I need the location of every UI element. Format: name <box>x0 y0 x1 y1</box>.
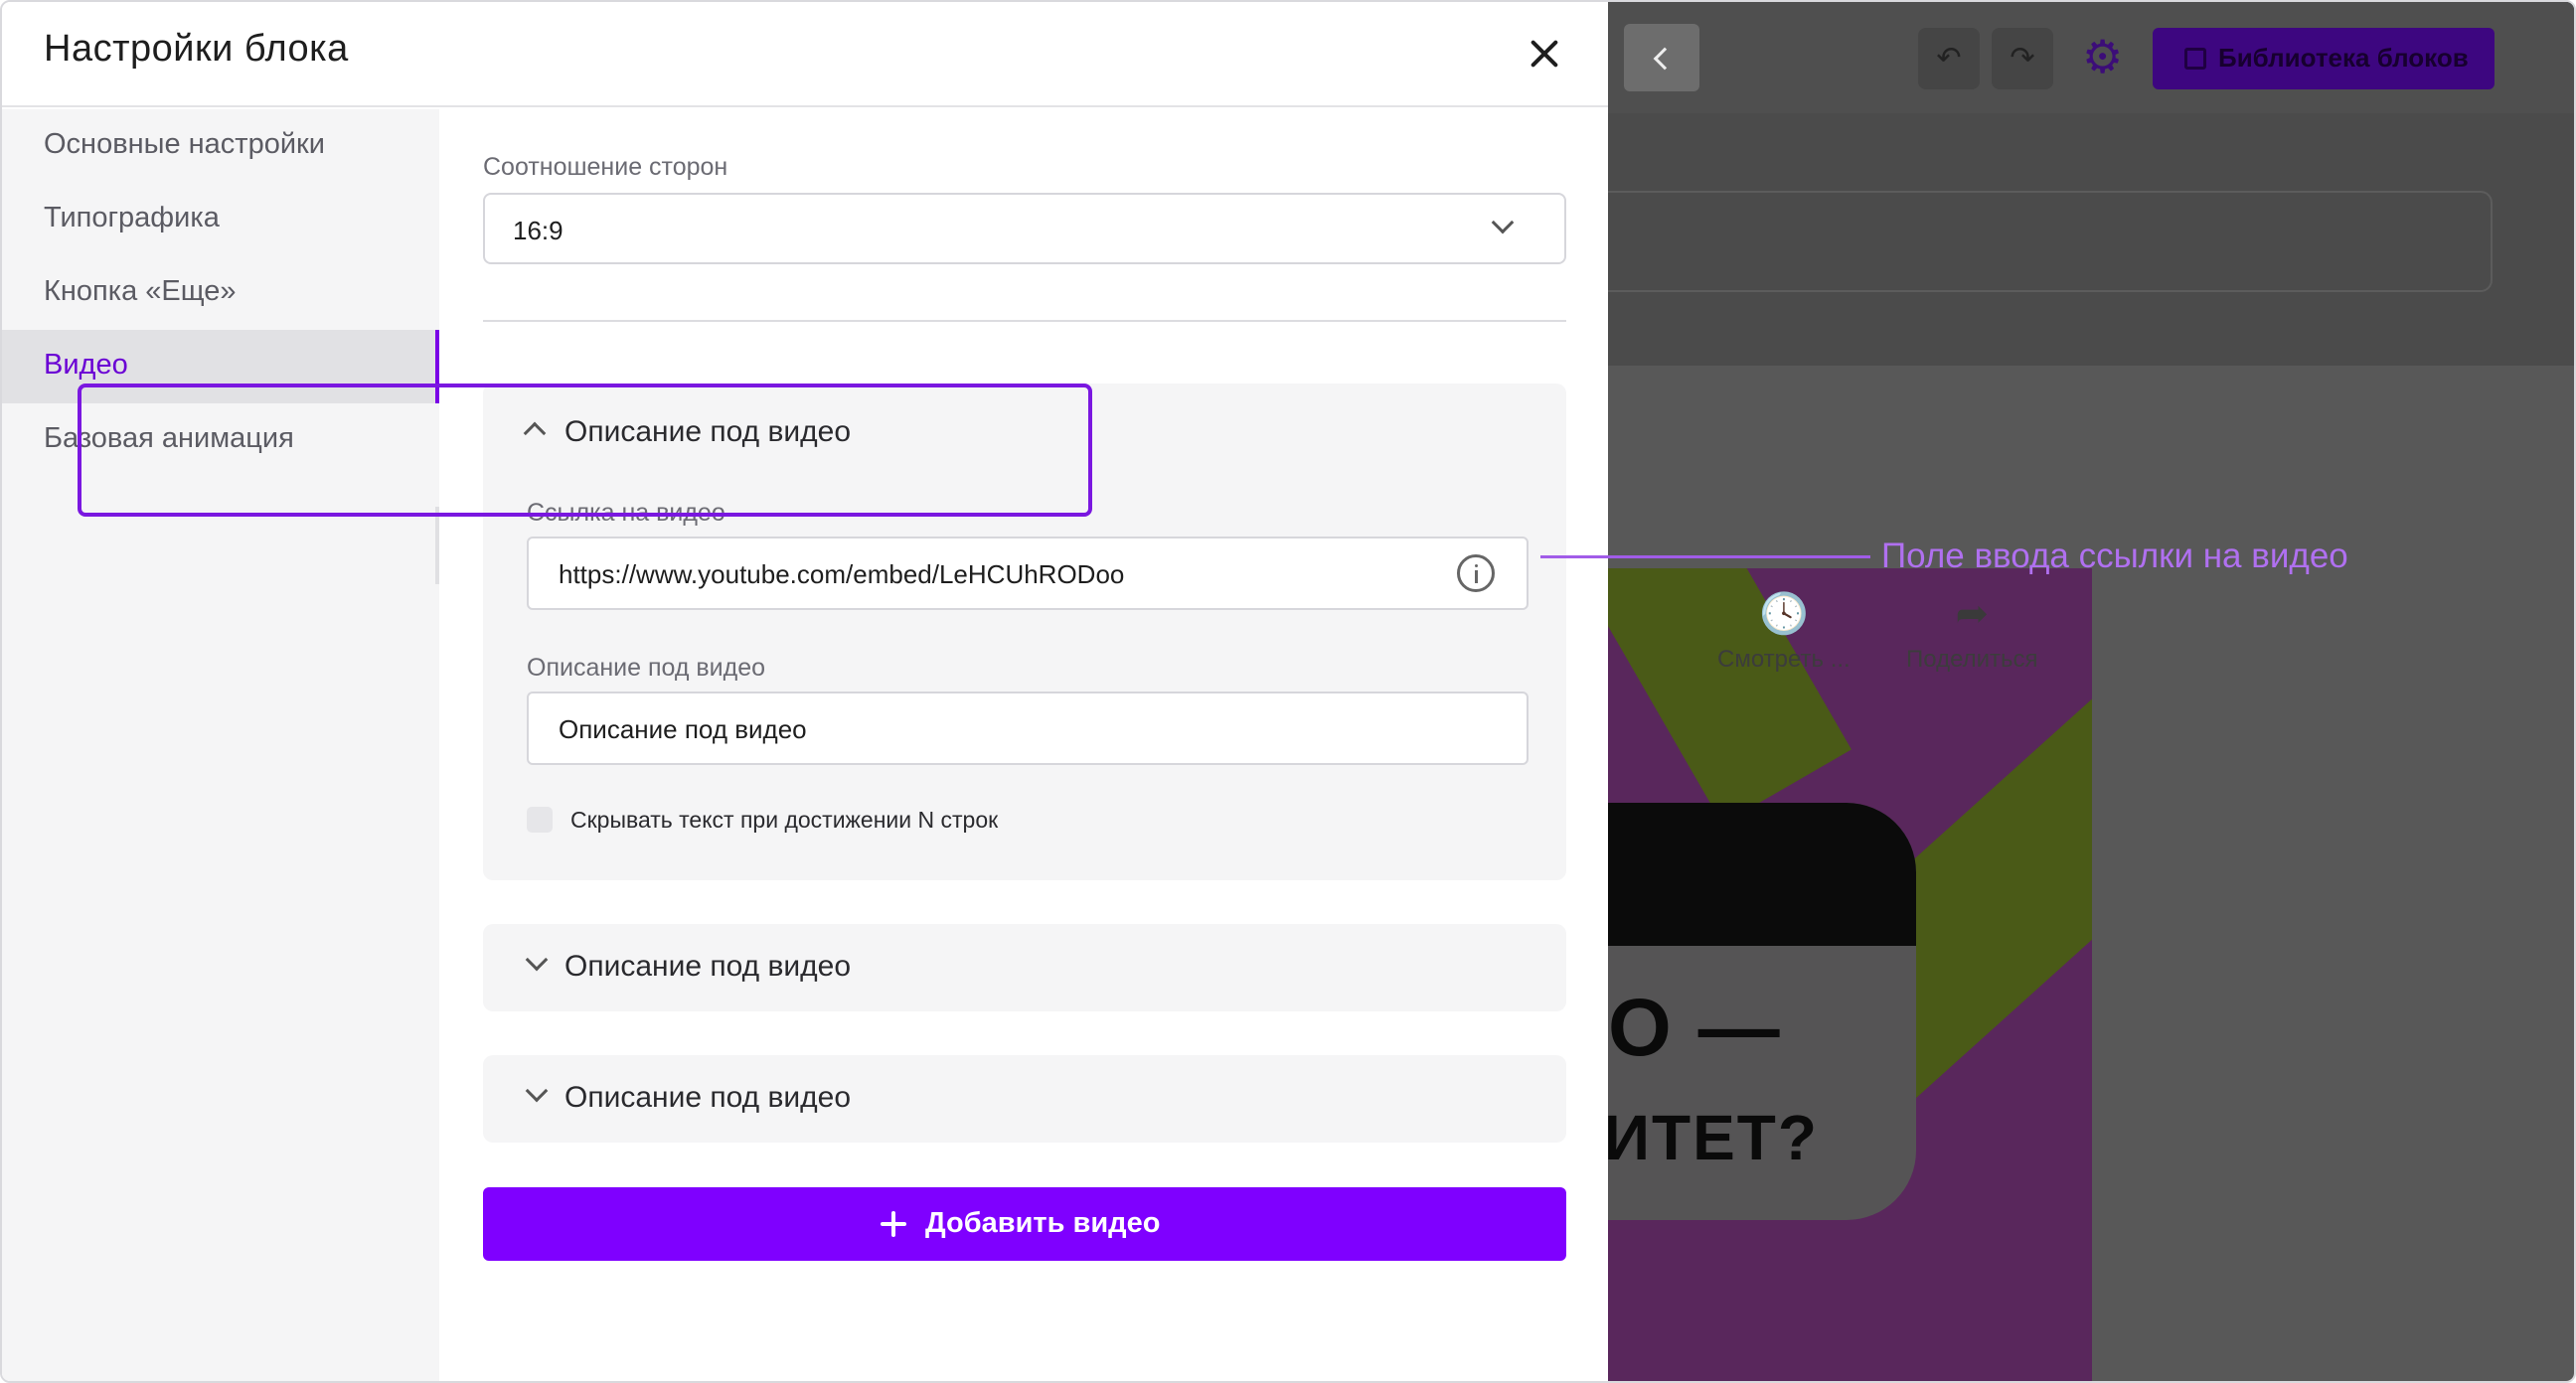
editor-toolbar: ↶ ↷ ⚙ Библиотека блоков <box>1608 2 2574 113</box>
page-preview-overlay: ↶ ↷ ⚙ Библиотека блоков О — ИТЕТ? 🕓 Смот… <box>1608 2 2574 1381</box>
video-link-input[interactable]: https://www.youtube.com/embed/LeHCUhRODo… <box>527 537 1529 610</box>
sidebar-item-typography[interactable]: Типографика <box>2 183 439 256</box>
block-settings-panel: Настройки блока Основные настройки Типог… <box>2 2 1608 1381</box>
watch-later-button[interactable]: 🕓 Смотреть ... <box>1717 592 1851 674</box>
preview-field <box>1608 191 2493 292</box>
accordion-video-3[interactable]: Описание под видео <box>483 1055 1566 1143</box>
callout-line <box>1540 555 1870 558</box>
video-link-highlight <box>78 384 1092 517</box>
add-video-button[interactable]: Добавить видео <box>483 1187 1566 1261</box>
chevron-down-icon <box>1491 211 1515 234</box>
settings-sidebar: Основные настройки Типографика Кнопка «Е… <box>2 109 439 1381</box>
description-label: Описание под видео <box>527 654 766 682</box>
accordion-video-2[interactable]: Описание под видео <box>483 924 1566 1011</box>
sidebar-item-more-button[interactable]: Кнопка «Еще» <box>2 256 439 330</box>
info-icon[interactable] <box>1457 554 1495 592</box>
description-value: Описание под видео <box>559 714 807 744</box>
close-icon[interactable] <box>1523 32 1566 76</box>
share-button[interactable]: ➦ Поделиться <box>1906 592 2038 674</box>
section-divider <box>483 320 1566 322</box>
share-icon: ➦ <box>1955 592 1990 636</box>
sidebar-item-label: Основные настройки <box>44 128 325 160</box>
chevron-down-icon <box>525 1079 549 1103</box>
redo-icon[interactable]: ↷ <box>1992 28 2053 89</box>
aspect-ratio-label: Соотношение сторон <box>483 153 728 181</box>
add-video-button-label: Добавить видео <box>925 1207 1161 1239</box>
undo-icon[interactable]: ↶ <box>1918 28 1980 89</box>
video-text-line2: ИТЕТ? <box>1608 1102 1819 1173</box>
video-link-value: https://www.youtube.com/embed/LeHCUhRODo… <box>559 559 1125 589</box>
gear-icon[interactable]: ⚙ <box>2082 34 2123 79</box>
description-input[interactable]: Описание под видео <box>527 692 1529 765</box>
accordion-title: Описание под видео <box>564 1081 852 1114</box>
app-frame: Настройки блока Основные настройки Типог… <box>0 0 2576 1383</box>
sidebar-item-label: Типографика <box>44 202 220 233</box>
accordion-title: Описание под видео <box>564 950 852 983</box>
video-text-line1: О — <box>1608 983 1782 1073</box>
hide-text-checkbox[interactable] <box>527 807 553 833</box>
sidebar-item-label: Видео <box>44 349 128 381</box>
video-preview: О — ИТЕТ? 🕓 Смотреть ... ➦ Поделиться <box>1608 568 2092 1381</box>
chevron-down-icon <box>525 948 549 972</box>
settings-content: Соотношение сторон 16:9 Описание под вид… <box>439 109 1608 1381</box>
panel-header: Настройки блока <box>2 2 1608 107</box>
sidebar-item-main-settings[interactable]: Основные настройки <box>2 109 439 183</box>
block-library-label: Библиотека блоков <box>2218 43 2469 73</box>
preview-top-area: ↶ ↷ ⚙ Библиотека блоков <box>1608 2 2574 366</box>
image-icon <box>2184 48 2206 70</box>
watch-later-label: Смотреть ... <box>1717 646 1851 673</box>
back-button[interactable] <box>1624 24 1699 91</box>
aspect-ratio-value: 16:9 <box>513 216 564 245</box>
video-card: О — ИТЕТ? <box>1608 803 1916 1220</box>
share-label: Поделиться <box>1906 646 2038 673</box>
block-library-button[interactable]: Библиотека блоков <box>2153 28 2495 89</box>
panel-title: Настройки блока <box>44 28 349 70</box>
video-card-top <box>1608 803 1916 946</box>
callout-text: Поле ввода ссылки на видео <box>1881 537 2348 575</box>
hide-text-checkbox-label: Скрывать текст при достижении N строк <box>570 807 999 833</box>
plus-icon <box>881 1211 906 1237</box>
aspect-ratio-select[interactable]: 16:9 <box>483 193 1566 264</box>
sidebar-item-label: Кнопка «Еще» <box>44 275 237 307</box>
clock-icon: 🕓 <box>1758 592 1809 636</box>
